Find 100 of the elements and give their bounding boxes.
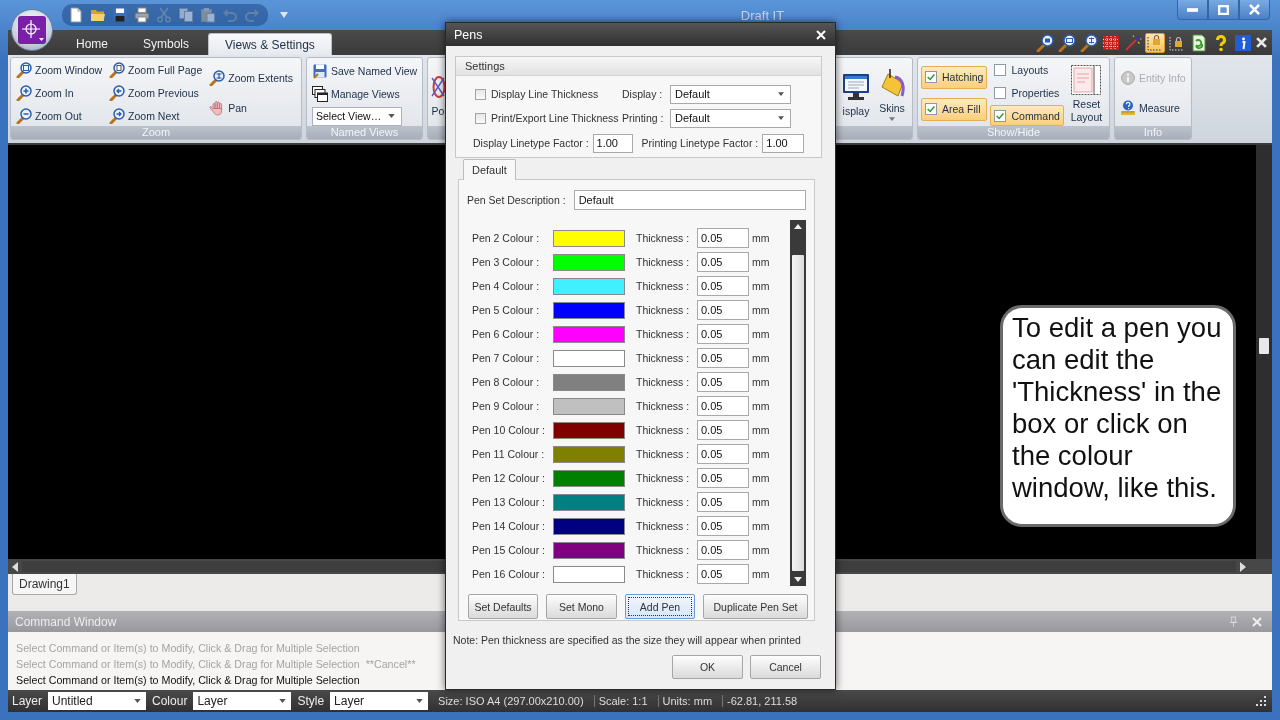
ribbon-toggle[interactable]: Area Fill: [921, 97, 988, 121]
input-field[interactable]: 0.05: [697, 540, 749, 560]
colour-swatch-icon[interactable]: [553, 373, 625, 391]
input-field[interactable]: 0.05: [697, 372, 749, 392]
ribbon-button[interactable]: Zoom Window: [14, 60, 105, 81]
printer-icon[interactable]: [134, 7, 150, 23]
input-field[interactable]: 0.05: [697, 300, 749, 320]
triangle-left-icon[interactable]: [12, 561, 18, 572]
info-icon[interactable]: [1233, 32, 1253, 53]
scrollbar-thumb[interactable]: [792, 255, 804, 571]
input-field[interactable]: 0.05: [697, 492, 749, 512]
caret-icon[interactable]: [280, 12, 288, 18]
scrollbar[interactable]: [1256, 145, 1272, 559]
colour-swatch-icon[interactable]: [553, 325, 625, 343]
tab[interactable]: Default: [463, 159, 516, 180]
triangle-down-icon[interactable]: [794, 577, 802, 582]
colour-swatch-icon[interactable]: [553, 469, 625, 487]
input-field[interactable]: 0.05: [697, 324, 749, 344]
ribbon-large-button[interactable]: Skins: [878, 65, 906, 121]
dialog-button[interactable]: Cancel: [750, 655, 821, 679]
colour-swatch-icon[interactable]: [553, 397, 625, 415]
dropdown[interactable]: Default: [670, 108, 791, 128]
scrollbar-thumb[interactable]: [1259, 338, 1269, 354]
folder-icon[interactable]: [90, 7, 106, 23]
input-field[interactable]: 1.00: [762, 133, 805, 153]
checkbox[interactable]: [475, 112, 486, 124]
dialog-button[interactable]: OK: [672, 655, 743, 679]
ribbon-large-button[interactable]: Reset Layout: [1066, 62, 1106, 124]
ribbon-large-button[interactable]: isplay: [842, 68, 870, 118]
close-icon[interactable]: [1255, 36, 1268, 49]
triangle-right-icon[interactable]: [1240, 561, 1246, 572]
colour-swatch-icon[interactable]: [553, 541, 625, 559]
ribbon-button[interactable]: Zoom Previous: [107, 82, 205, 104]
magnifier-icon[interactable]: [1035, 32, 1055, 53]
triangle-up-icon[interactable]: [794, 224, 802, 229]
colour-swatch-icon[interactable]: [553, 493, 625, 511]
dropdown[interactable]: Default: [670, 84, 791, 104]
status-dropdown[interactable]: Untitled: [48, 692, 147, 710]
colour-swatch-icon[interactable]: [553, 565, 625, 583]
input-field[interactable]: 0.05: [697, 468, 749, 488]
status-dropdown[interactable]: Layer: [330, 692, 429, 710]
resize-grip-icon[interactable]: [1256, 696, 1266, 706]
view-dropdown[interactable]: Select View…: [312, 106, 402, 126]
dialog-button[interactable]: Set Defaults: [468, 594, 538, 619]
input-field[interactable]: 0.05: [697, 228, 749, 248]
ribbon-tab[interactable]: Home: [60, 33, 124, 55]
new-document-icon[interactable]: [68, 7, 84, 23]
save-icon[interactable]: [112, 7, 128, 23]
dialog-button[interactable]: Add Pen: [625, 594, 695, 619]
input-field[interactable]: 0.05: [697, 348, 749, 368]
input-field[interactable]: 0.05: [697, 564, 749, 584]
ribbon-tab[interactable]: Symbols: [127, 33, 206, 55]
input-field[interactable]: Default: [573, 190, 806, 210]
close-button[interactable]: [1239, 0, 1270, 20]
drawing-tab[interactable]: Drawing1: [12, 574, 77, 595]
ribbon-large-button[interactable]: Po: [431, 68, 445, 118]
dialog-button[interactable]: Duplicate Pen Set: [703, 594, 808, 619]
document-icon[interactable]: [1189, 32, 1209, 53]
ribbon-button[interactable]: Zoom Out: [14, 105, 105, 126]
colour-swatch-icon[interactable]: [553, 517, 625, 535]
input-field[interactable]: 0.05: [697, 516, 749, 536]
ribbon-tab[interactable]: Views & Settings: [208, 33, 332, 55]
checkbox[interactable]: [994, 109, 1007, 122]
ribbon-button[interactable]: Pan: [207, 97, 295, 119]
checkbox-option[interactable]: Print/Export Line Thickness: [456, 112, 622, 124]
app-menu-button[interactable]: [11, 9, 53, 51]
ribbon-button[interactable]: Zoom In: [14, 82, 105, 104]
checkbox-option[interactable]: Display Line Thickness: [456, 88, 622, 100]
ribbon-button[interactable]: Measure: [1118, 97, 1188, 119]
magnifier-icon[interactable]: [1079, 32, 1099, 53]
status-dropdown[interactable]: Layer: [193, 692, 292, 710]
ribbon-button[interactable]: Save Named View: [310, 60, 420, 82]
checkbox[interactable]: [994, 64, 1007, 77]
ribbon-toggle[interactable]: Hatching: [921, 65, 988, 89]
ribbon-button[interactable]: Manage Views: [310, 83, 420, 105]
checkbox[interactable]: [925, 71, 937, 83]
ribbon-toggle[interactable]: Layouts: [990, 60, 1064, 81]
ribbon-toggle[interactable]: Properties: [990, 82, 1064, 104]
checkbox[interactable]: [475, 88, 486, 100]
colour-swatch-icon[interactable]: [553, 277, 625, 295]
scrollbar[interactable]: [790, 220, 806, 586]
input-field[interactable]: 0.05: [697, 420, 749, 440]
magnifier-icon[interactable]: [1057, 32, 1077, 53]
lock-icon[interactable]: [1145, 32, 1165, 53]
checkbox[interactable]: [994, 87, 1007, 99]
colour-swatch-icon[interactable]: [553, 349, 625, 367]
colour-swatch-icon[interactable]: [553, 445, 625, 463]
minimize-button[interactable]: [1177, 0, 1208, 20]
maximize-button[interactable]: [1208, 0, 1239, 20]
colour-swatch-icon[interactable]: [553, 253, 625, 271]
input-field[interactable]: 1.00: [592, 133, 633, 153]
colour-swatch-icon[interactable]: [553, 421, 625, 439]
colour-swatch-icon[interactable]: [553, 229, 625, 247]
input-field[interactable]: 0.05: [697, 252, 749, 272]
ribbon-button[interactable]: Zoom Extents: [207, 67, 295, 89]
ribbon-button[interactable]: Zoom Full Page: [107, 60, 205, 81]
ribbon-button[interactable]: Zoom Next: [107, 105, 205, 126]
dialog-button[interactable]: Set Mono: [546, 594, 617, 619]
ribbon-toggle[interactable]: Command: [990, 105, 1064, 126]
input-field[interactable]: 0.05: [697, 444, 749, 464]
